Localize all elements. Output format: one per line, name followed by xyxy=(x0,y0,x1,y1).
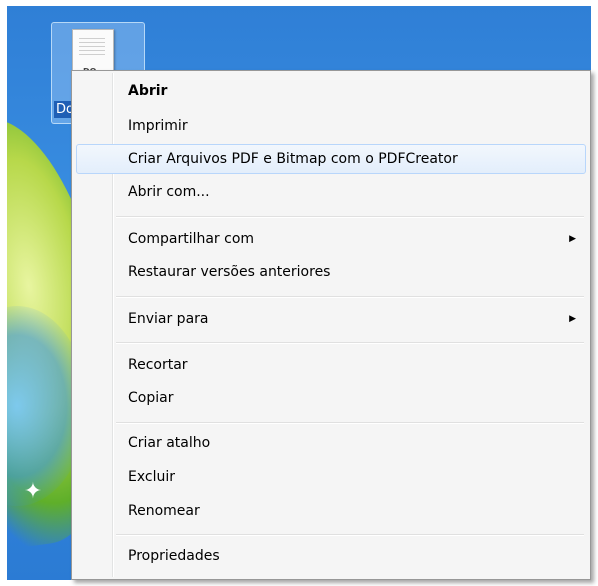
menu-item-share-with[interactable]: Compartilhar com ▶ xyxy=(76,224,586,254)
menu-item-label: Recortar xyxy=(128,357,188,373)
menu-separator xyxy=(116,216,584,218)
menu-item-print[interactable]: Imprimir xyxy=(76,111,586,141)
sparkle-icon: ✦ xyxy=(23,479,43,504)
menu-item-label: Restaurar versões anteriores xyxy=(128,264,331,280)
menu-item-label: Renomear xyxy=(128,503,200,519)
submenu-arrow-icon: ▶ xyxy=(569,314,576,324)
menu-item-label: Propriedades xyxy=(128,548,220,564)
menu-item-label: Abrir xyxy=(128,83,168,99)
menu-item-label: Imprimir xyxy=(128,118,188,134)
menu-separator xyxy=(116,422,584,424)
menu-separator xyxy=(116,296,584,298)
menu-separator xyxy=(116,534,584,536)
menu-item-label: Compartilhar com xyxy=(128,231,255,247)
menu-item-rename[interactable]: Renomear xyxy=(76,496,586,526)
menu-item-create-shortcut[interactable]: Criar atalho xyxy=(76,428,586,458)
menu-item-label: Abrir com... xyxy=(128,184,210,200)
menu-item-open-with[interactable]: Abrir com... xyxy=(76,177,586,207)
screenshot-frame: ✦ DO Docu Abrir Imprimir Criar Arquivos … xyxy=(0,0,598,586)
document-lines xyxy=(79,38,105,58)
menu-item-copy[interactable]: Copiar xyxy=(76,383,586,413)
menu-item-label: Copiar xyxy=(128,390,174,406)
menu-item-cut[interactable]: Recortar xyxy=(76,350,586,380)
menu-item-send-to[interactable]: Enviar para ▶ xyxy=(76,304,586,334)
menu-item-delete[interactable]: Excluir xyxy=(76,462,586,492)
menu-item-label: Criar Arquivos PDF e Bitmap com o PDFCre… xyxy=(128,151,458,167)
menu-item-label: Excluir xyxy=(128,469,175,485)
menu-item-restore-versions[interactable]: Restaurar versões anteriores xyxy=(76,257,586,287)
context-menu: Abrir Imprimir Criar Arquivos PDF e Bitm… xyxy=(71,70,591,580)
menu-item-pdfcreator[interactable]: Criar Arquivos PDF e Bitmap com o PDFCre… xyxy=(76,144,586,174)
menu-item-label: Enviar para xyxy=(128,311,209,327)
menu-separator xyxy=(116,342,584,344)
menu-item-open[interactable]: Abrir xyxy=(76,76,586,106)
menu-item-properties[interactable]: Propriedades xyxy=(76,541,586,571)
submenu-arrow-icon: ▶ xyxy=(569,234,576,244)
menu-item-label: Criar atalho xyxy=(128,435,211,451)
